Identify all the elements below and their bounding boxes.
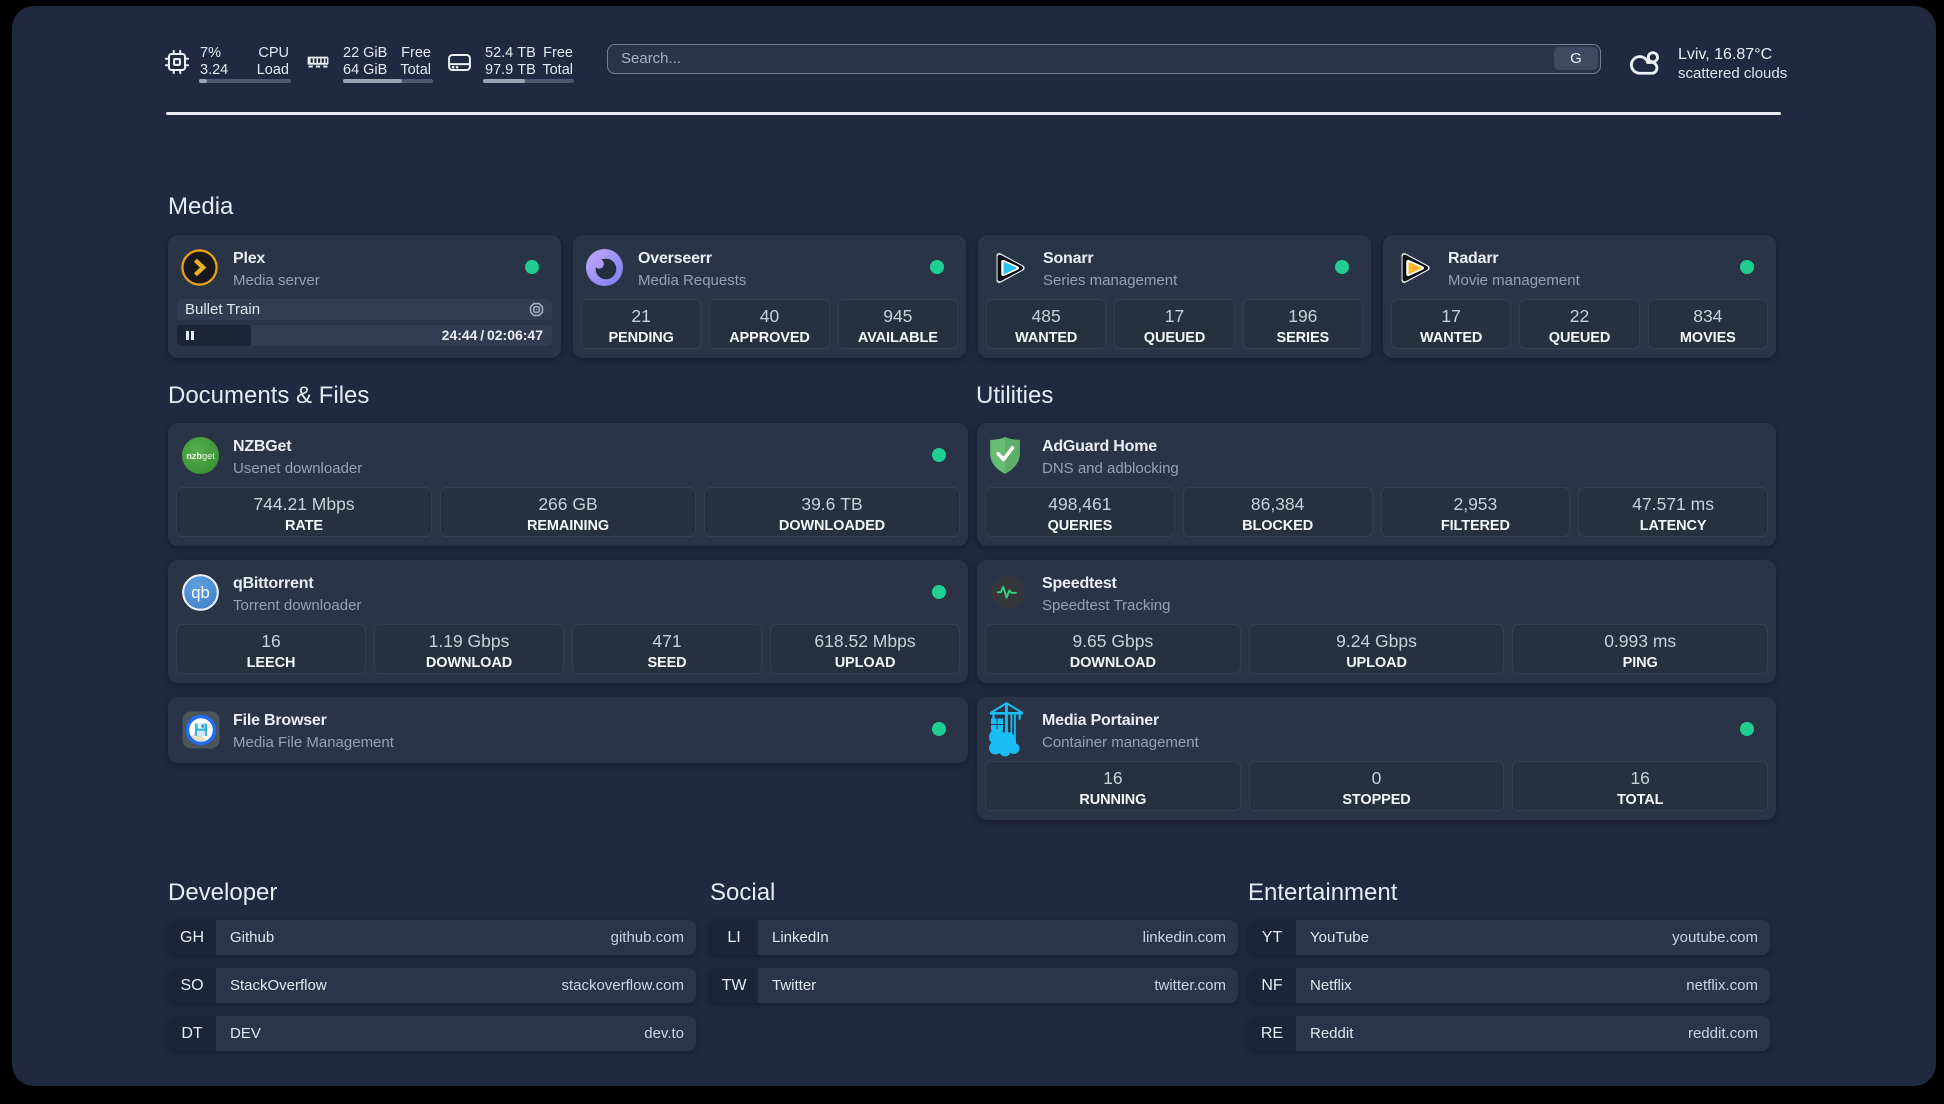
svg-text:nzbget: nzbget bbox=[186, 451, 215, 461]
svg-text:qb: qb bbox=[191, 583, 209, 602]
